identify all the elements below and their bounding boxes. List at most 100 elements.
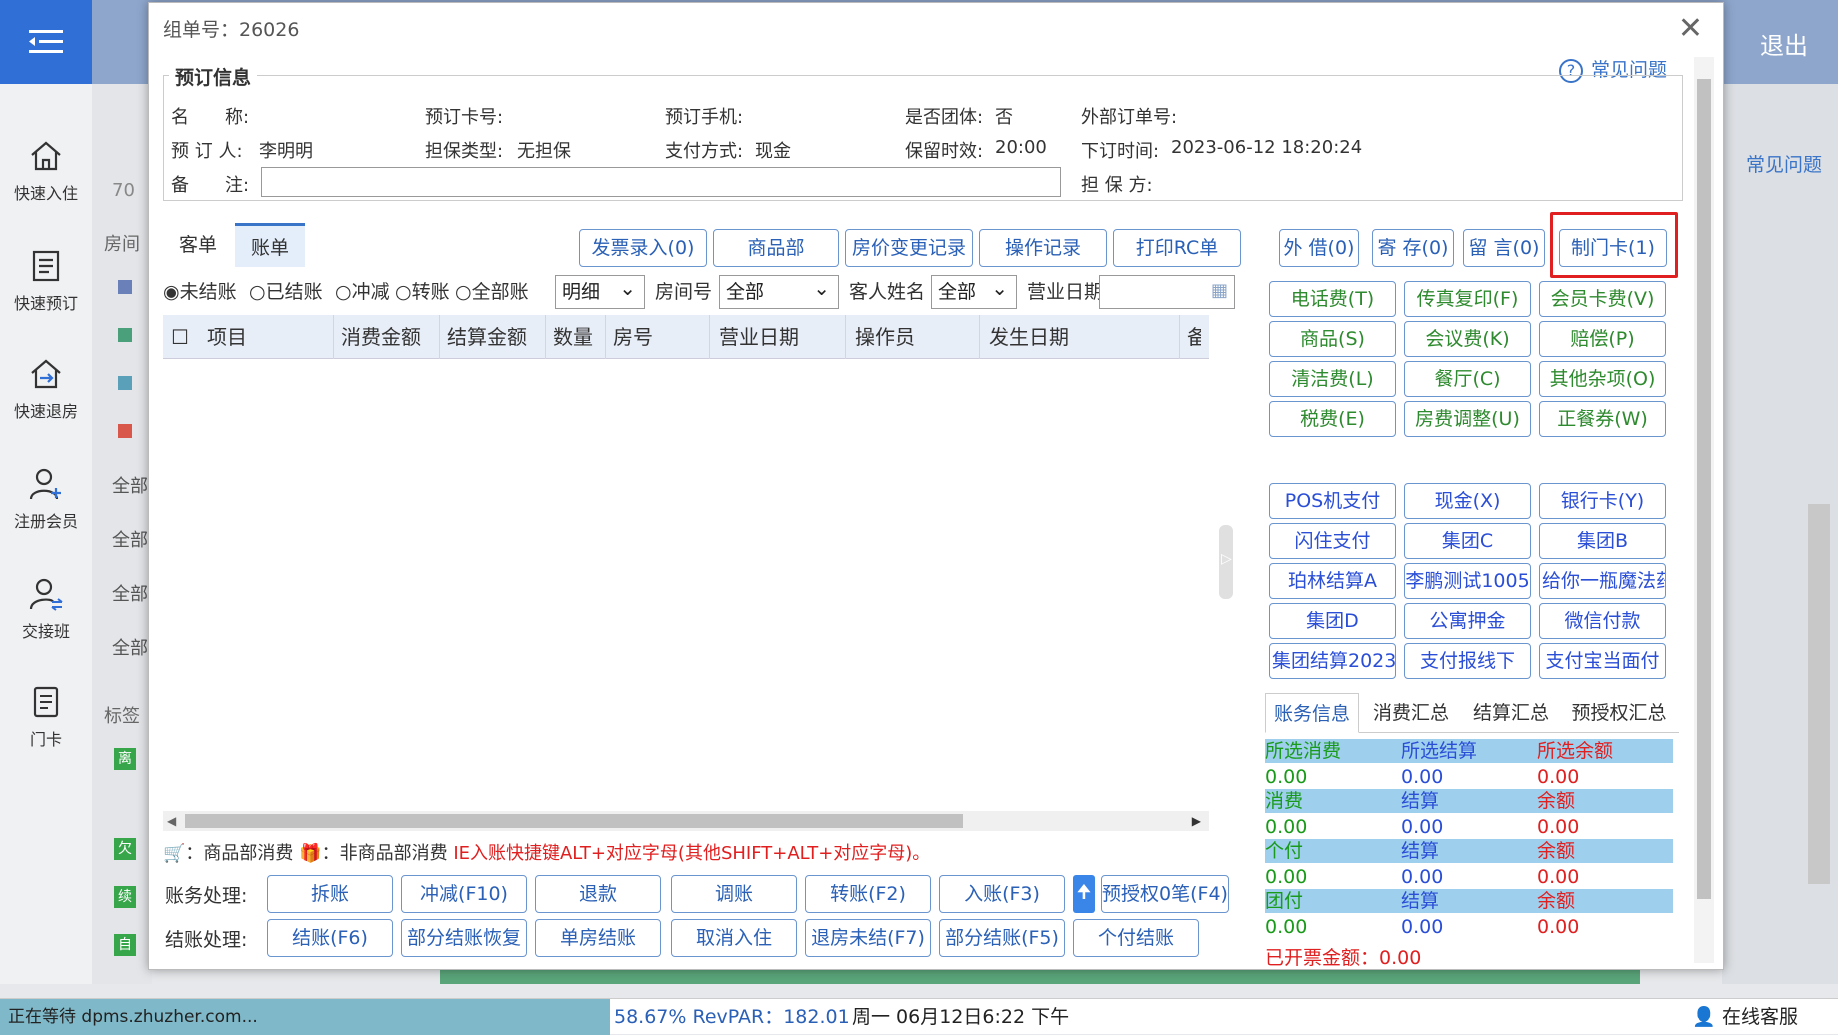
tab-consume-summary[interactable]: 消费汇总 bbox=[1361, 693, 1461, 733]
radio-offset[interactable]: ○冲减 bbox=[335, 275, 390, 309]
card-no-label: 预订卡号: bbox=[425, 107, 504, 128]
radio-settled[interactable]: ○已结账 bbox=[249, 275, 323, 309]
goods-dept-button[interactable]: 商品部 bbox=[713, 229, 839, 267]
split-bill-button[interactable]: 拆账 bbox=[267, 875, 393, 913]
remark-input[interactable] bbox=[261, 167, 1061, 197]
pre-auth-button[interactable]: 预授权0笔(F4) bbox=[1101, 875, 1229, 913]
charge-restaurant-button[interactable]: 餐厅(C) bbox=[1404, 361, 1531, 397]
dialog-scrollbar[interactable] bbox=[1694, 57, 1714, 963]
detail-select[interactable]: 明细 bbox=[555, 272, 645, 309]
cancel-checkin-button[interactable]: 取消入住 bbox=[671, 919, 797, 957]
charge-tax-button[interactable]: 税费(E) bbox=[1269, 401, 1396, 437]
pay-group-c-button[interactable]: 集团C bbox=[1404, 523, 1531, 559]
shift-handover-icon bbox=[29, 578, 63, 611]
biz-date-label: 营业日期 bbox=[1027, 281, 1104, 303]
pay-offline-button[interactable]: 支付报线下 bbox=[1404, 643, 1531, 679]
charge-meeting-button[interactable]: 会议费(K) bbox=[1404, 321, 1531, 357]
summary-label: 结算 bbox=[1401, 890, 1440, 912]
pay-magic-potion-button[interactable]: 给你一瓶魔法药水 bbox=[1539, 563, 1666, 599]
select-all-checkbox[interactable]: ☐ bbox=[171, 315, 189, 359]
transfer-button[interactable]: 转账(F2) bbox=[805, 875, 931, 913]
pay-bank-card-button[interactable]: 银行卡(Y) bbox=[1539, 483, 1666, 519]
lend-button[interactable]: 外 借(0) bbox=[1279, 229, 1359, 267]
pay-group-2023-button[interactable]: 集团结算2023A bbox=[1269, 643, 1396, 679]
biz-date-input[interactable] bbox=[1099, 275, 1235, 309]
charge-fax-copy-button[interactable]: 传真复印(F) bbox=[1404, 281, 1531, 317]
radio-transfer[interactable]: ○转账 bbox=[395, 275, 450, 309]
nav-door-card[interactable]: 门卡 bbox=[0, 684, 92, 750]
online-service-link[interactable]: 👤 在线客服 bbox=[1692, 999, 1798, 1035]
pay-cash-button[interactable]: 现金(X) bbox=[1404, 483, 1531, 519]
partial-settle-restore-button[interactable]: 部分结账恢复 bbox=[401, 919, 527, 957]
pay-group-b-button[interactable]: 集团B bbox=[1539, 523, 1666, 559]
nav-quick-checkout[interactable]: 快速退房 bbox=[0, 356, 92, 422]
bg-scrollbar[interactable] bbox=[1808, 504, 1830, 884]
charge-phone-button[interactable]: 电话费(T) bbox=[1269, 281, 1396, 317]
adjust-button[interactable]: 调账 bbox=[671, 875, 797, 913]
bg-faq-link[interactable]: 常见问题 bbox=[1746, 150, 1822, 177]
pay-wechat-button[interactable]: 微信付款 bbox=[1539, 603, 1666, 639]
room-no-select[interactable]: 全部 bbox=[719, 272, 839, 309]
pay-apartment-deposit-button[interactable]: 公寓押金 bbox=[1404, 603, 1531, 639]
arrow-up-icon[interactable]: 🠉 bbox=[1073, 875, 1095, 913]
pay-test-button[interactable]: 李鹏测试1005 bbox=[1404, 563, 1531, 599]
checkout-button[interactable]: 结账(F6) bbox=[267, 919, 393, 957]
scroll-right-icon[interactable]: ▶ bbox=[1192, 811, 1201, 831]
post-charge-button[interactable]: 入账(F3) bbox=[939, 875, 1065, 913]
tab-settle-summary[interactable]: 结算汇总 bbox=[1461, 693, 1561, 733]
nav-register-member[interactable]: 注册会员 bbox=[0, 466, 92, 532]
scrollbar-thumb[interactable] bbox=[1697, 79, 1711, 899]
single-room-settle-button[interactable]: 单房结账 bbox=[535, 919, 661, 957]
col-room: 房号 bbox=[613, 325, 653, 349]
operation-log-button[interactable]: 操作记录 bbox=[979, 229, 1107, 267]
tab-bill[interactable]: 账单 bbox=[235, 223, 305, 267]
radio-unsettled[interactable]: ◉未结账 bbox=[163, 275, 237, 309]
tab-preauth-summary[interactable]: 预授权汇总 bbox=[1561, 693, 1677, 733]
pay-bolin-button[interactable]: 珀林结算A bbox=[1269, 563, 1396, 599]
tab-account-info[interactable]: 账务信息 bbox=[1265, 693, 1359, 733]
nav-shift-handover[interactable]: 交接班 bbox=[0, 576, 92, 642]
pay-alipay-button[interactable]: 支付宝当面付 bbox=[1539, 643, 1666, 679]
add-user-icon bbox=[29, 468, 61, 500]
bg-all-label[interactable]: 全部 bbox=[112, 472, 148, 498]
print-rc-button[interactable]: 打印RC单 bbox=[1113, 229, 1241, 267]
tab-guest-order[interactable]: 客单 bbox=[163, 223, 235, 267]
table-horizontal-scrollbar[interactable]: ◀ ▶ bbox=[163, 811, 1209, 831]
summary-value: 0.00 bbox=[1537, 866, 1580, 888]
close-icon[interactable]: ✕ bbox=[1678, 11, 1703, 46]
menu-toggle-button[interactable] bbox=[0, 0, 92, 84]
scroll-left-icon[interactable]: ◀ bbox=[167, 811, 176, 831]
logout-button[interactable]: 退出 bbox=[1760, 26, 1808, 61]
refund-button[interactable]: 退款 bbox=[535, 875, 661, 913]
invoice-entry-button[interactable]: 发票录入(0) bbox=[579, 229, 707, 267]
settle-processing-label: 结账处理: bbox=[165, 929, 248, 951]
message-button[interactable]: 留 言(0) bbox=[1463, 229, 1545, 267]
charge-goods-button[interactable]: 商品(S) bbox=[1269, 321, 1396, 357]
radio-all[interactable]: ○全部账 bbox=[455, 275, 529, 309]
charge-compensation-button[interactable]: 赔偿(P) bbox=[1539, 321, 1666, 357]
pay-pos-button[interactable]: POS机支付 bbox=[1269, 483, 1396, 519]
is-group-value: 否 bbox=[995, 107, 1013, 128]
bg-all-label[interactable]: 全部 bbox=[112, 634, 148, 660]
individual-pay-settle-button[interactable]: 个付结账 bbox=[1073, 919, 1199, 957]
rate-change-log-button[interactable]: 房价变更记录 bbox=[845, 229, 973, 267]
partial-settle-button[interactable]: 部分结账(F5) bbox=[939, 919, 1065, 957]
bg-all-label[interactable]: 全部 bbox=[112, 526, 148, 552]
charge-meal-voucher-button[interactable]: 正餐券(W) bbox=[1539, 401, 1666, 437]
charge-cleaning-button[interactable]: 清洁费(L) bbox=[1269, 361, 1396, 397]
nav-quick-booking[interactable]: 快速预订 bbox=[0, 248, 92, 314]
charge-member-card-button[interactable]: 会员卡费(V) bbox=[1539, 281, 1666, 317]
deposit-button[interactable]: 寄 存(0) bbox=[1372, 229, 1454, 267]
pay-group-d-button[interactable]: 集团D bbox=[1269, 603, 1396, 639]
bg-all-label[interactable]: 全部 bbox=[112, 580, 148, 606]
scrollbar-thumb[interactable] bbox=[185, 814, 963, 828]
nav-quick-checkin[interactable]: 快速入住 bbox=[0, 138, 92, 204]
pay-flash-stay-button[interactable]: 闪住支付 bbox=[1269, 523, 1396, 559]
offset-button[interactable]: 冲减(F10) bbox=[401, 875, 527, 913]
charge-misc-button[interactable]: 其他杂项(O) bbox=[1539, 361, 1666, 397]
charge-rate-adjust-button[interactable]: 房费调整(U) bbox=[1404, 401, 1531, 437]
checkout-unsettled-button[interactable]: 退房未结(F7) bbox=[805, 919, 931, 957]
guest-name-select[interactable]: 全部 bbox=[931, 272, 1017, 309]
panel-collapse-handle[interactable]: ▷ bbox=[1219, 525, 1233, 599]
bill-table-header: ☐ 项目 消费金额 结算金额 数量 房号 营业日期 操作员 发生日期 备 bbox=[163, 315, 1209, 359]
